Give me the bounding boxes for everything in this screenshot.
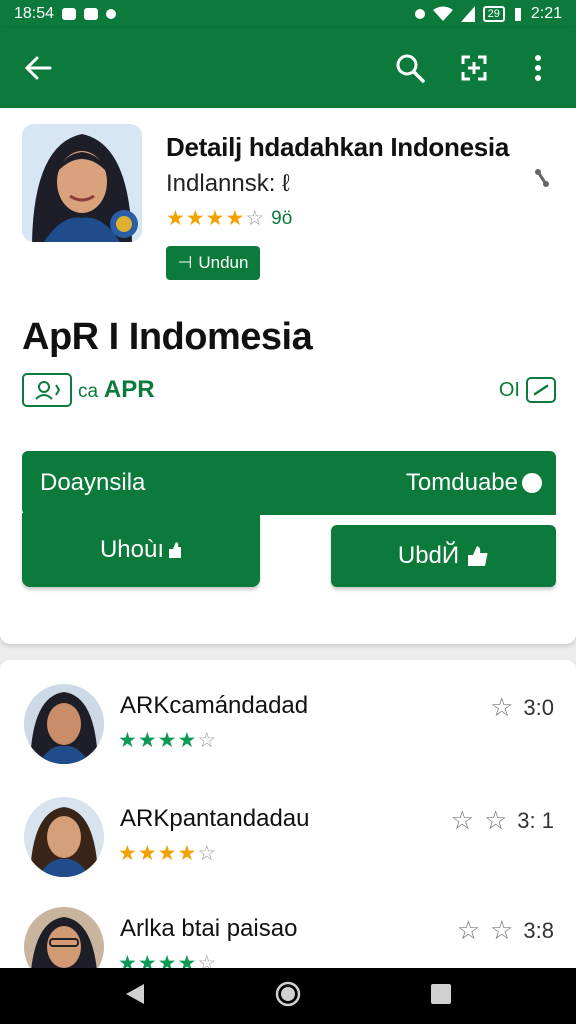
reviews-card: ARKcamándadad ★★★★☆ ☆ 3:0 ARKpantandadau … (0, 660, 576, 970)
scan-button[interactable] (454, 48, 494, 88)
panel-left-label: Doaynsila (40, 469, 146, 496)
review-score-value: 3:0 (523, 694, 554, 720)
search-button[interactable] (390, 48, 430, 88)
system-nav-bar (0, 968, 576, 1024)
tag-right-number: ОІ (498, 378, 520, 401)
review-author: Arlka btai paisao (120, 915, 298, 942)
tag-name: APR (103, 376, 155, 403)
install-left-label: Uhoùı (99, 536, 165, 563)
install-right-button[interactable]: UbdЙ (331, 525, 556, 587)
notification-icon (62, 8, 77, 20)
review-author: ARKcamándadad (120, 692, 309, 719)
nav-back-button[interactable] (124, 982, 146, 1011)
notification-icon (106, 9, 117, 19)
avatar (24, 907, 104, 970)
status-bar: 18:54 29 2:21 (0, 0, 576, 28)
review-stars: ★★★★☆ (118, 842, 218, 865)
page-title: ApR I Indomesia (22, 316, 313, 358)
review-score: ☆ ☆ 3: 1 (451, 805, 554, 836)
scan-icon (461, 55, 487, 81)
back-button[interactable] (18, 48, 58, 88)
user-badge-icon (22, 373, 72, 407)
square-recents-icon (430, 983, 451, 1004)
battery-icon: 29 (482, 6, 505, 22)
review-author: ARKpantandadau (120, 805, 310, 832)
panel-right-label: Tomduabe (405, 469, 518, 496)
triangle-back-icon (126, 983, 145, 1004)
avatar (24, 684, 104, 764)
rating-count: 9ö (271, 207, 293, 229)
thumb-up-icon (468, 546, 488, 566)
tag-check-icon[interactable] (526, 377, 556, 403)
avatar (24, 797, 104, 877)
download-label: Undun (198, 253, 249, 272)
tag-prefix: ca (78, 381, 99, 402)
nav-recents-button[interactable] (430, 983, 452, 1010)
review-item[interactable]: Arlka btai paisao ★★★★☆ ☆ ☆ 3:8 (0, 907, 576, 970)
review-score-value: 3:8 (523, 917, 554, 943)
review-score-value: 3: 1 (517, 807, 554, 833)
more-vert-icon (535, 55, 541, 81)
refresh-icon (522, 473, 542, 493)
star-outline-icon: ☆ (483, 805, 508, 835)
search-icon (396, 54, 425, 83)
app-developer: Indlannsk: ℓ (166, 170, 290, 197)
install-left-button[interactable]: Uhoùı (22, 513, 260, 587)
star-outline-icon: ☆ (456, 915, 481, 945)
review-item[interactable]: ARKcamándadad ★★★★☆ ☆ 3:0 (0, 684, 576, 784)
download-small-button[interactable]: ⊣ Undun (166, 246, 260, 280)
nav-home-button[interactable] (275, 981, 301, 1012)
star-outline-icon: ☆ (450, 805, 474, 835)
charging-icon (514, 8, 521, 21)
notification-icon (84, 8, 99, 20)
download-icon: ⊣ (177, 253, 193, 272)
arrow-left-icon (24, 56, 52, 80)
alarm-icon (414, 9, 425, 19)
rating-stars: ★★★★☆ (166, 207, 266, 230)
install-right-label: UbdЙ (397, 542, 460, 569)
review-score: ☆ ☆ 3:8 (457, 915, 554, 946)
toolbar (0, 28, 576, 108)
star-outline-icon: ☆ (490, 692, 514, 722)
signal-icon (460, 6, 475, 22)
review-score: ☆ 3:0 (490, 692, 554, 723)
app-detail-card: Detailj hdadahkan Indonesia Indlannsk: ℓ… (0, 108, 576, 644)
review-item[interactable]: ARKpantandadau ★★★★☆ ☆ ☆ 3: 1 (0, 797, 576, 897)
review-stars: ★★★★☆ (118, 729, 218, 752)
share-icon (535, 169, 549, 187)
share-button[interactable] (530, 166, 554, 190)
app-rating: ★★★★☆ 9ö (166, 206, 292, 231)
status-clock: 2:21 (530, 5, 562, 22)
star-outline-icon: ☆ (490, 915, 514, 945)
wifi-icon (432, 6, 453, 21)
thumb-icon (169, 542, 182, 558)
app-tag-row: ca APR ОІ (22, 372, 556, 408)
download-panel[interactable]: Doaynsila Tomduabe (22, 451, 556, 515)
app-icon (22, 124, 142, 242)
circle-home-icon (275, 981, 301, 1006)
status-time: 18:54 (14, 5, 55, 22)
app-detail-title: Detailj hdadahkan Indonesia (166, 132, 509, 162)
more-options-button[interactable] (518, 48, 558, 88)
